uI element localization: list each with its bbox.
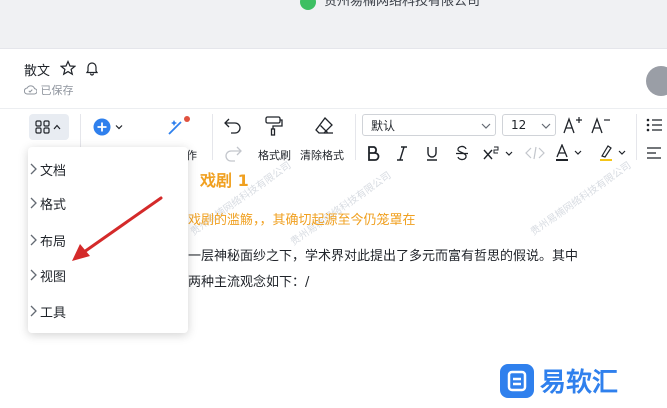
brand-text: 易软汇: [540, 368, 619, 398]
brand-logo: 易软汇: [500, 362, 618, 399]
annotation-arrow: [72, 196, 163, 261]
brand-mark-icon: [500, 363, 534, 398]
